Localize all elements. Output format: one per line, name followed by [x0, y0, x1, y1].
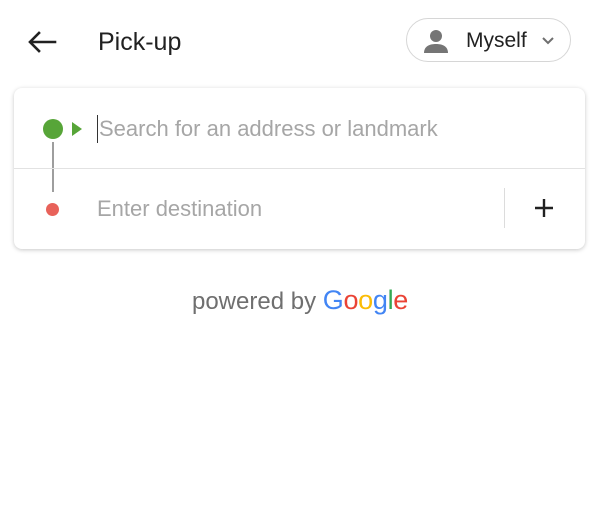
top-bar: Pick-up Myself: [0, 0, 600, 84]
route-card: [14, 88, 585, 249]
google-letter: g: [372, 285, 388, 315]
divider: [14, 168, 585, 169]
back-button[interactable]: [22, 22, 62, 62]
chevron-down-icon: [542, 37, 554, 45]
google-letter: o: [358, 285, 373, 315]
rider-label: Myself: [466, 29, 527, 52]
page-title: Pick-up: [98, 28, 182, 56]
pickup-search-input[interactable]: [97, 112, 559, 146]
destination-input[interactable]: [97, 192, 492, 226]
add-stop-button[interactable]: [524, 188, 564, 228]
google-letter: e: [393, 285, 409, 315]
route-connector: [52, 142, 54, 192]
vertical-divider: [504, 188, 505, 228]
destination-marker-icon: [46, 203, 59, 216]
plus-icon: [535, 199, 553, 217]
google-logo: Google: [322, 285, 409, 315]
back-arrow-icon: [28, 31, 57, 53]
person-icon: [424, 30, 448, 53]
rider-selector[interactable]: Myself: [406, 18, 571, 62]
google-letter: o: [343, 285, 359, 315]
powered-by-google: powered by Google: [0, 282, 600, 320]
google-letter: G: [322, 285, 344, 315]
pickup-marker-icon: [43, 119, 63, 139]
text-cursor: [97, 115, 98, 143]
powered-by-text: powered by: [191, 288, 317, 315]
play-arrow-icon: [72, 122, 82, 136]
